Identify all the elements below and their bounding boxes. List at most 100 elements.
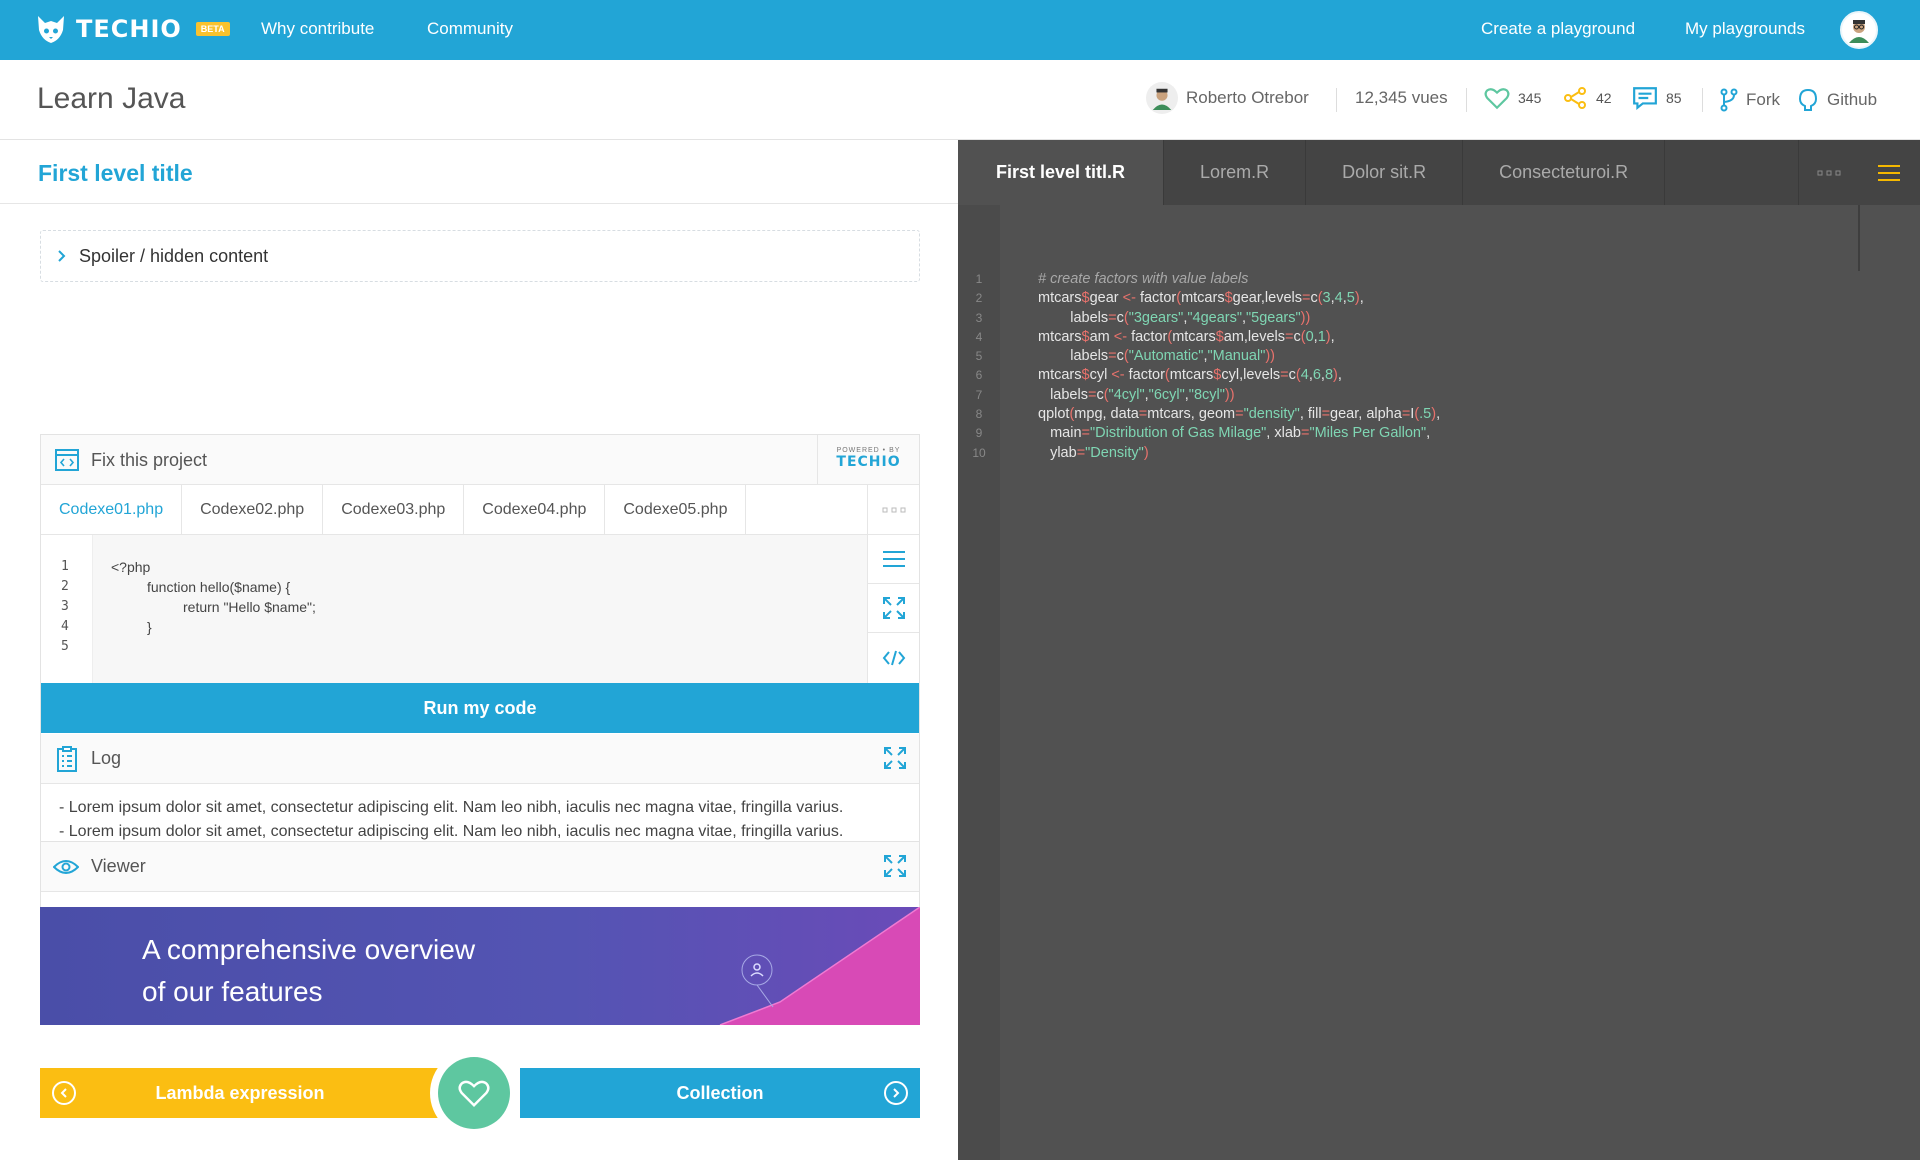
log-panel: Log - Lorem ipsum dolor sit amet, consec…: [40, 734, 920, 842]
code-line: main="Distribution of Gas Milage", xlab=…: [1038, 425, 1431, 442]
comments-button[interactable]: 85: [1632, 86, 1682, 110]
like-button[interactable]: 345: [1484, 86, 1541, 110]
nav-community[interactable]: Community: [427, 19, 513, 39]
lesson-panel: First level title Spoiler / hidden conte…: [0, 140, 958, 1160]
eye-icon: [53, 860, 79, 874]
fork-label: Fork: [1746, 90, 1780, 109]
fullscreen-button[interactable]: [868, 584, 919, 633]
github-button[interactable]: Github: [1797, 88, 1877, 112]
editor-more-tabs-button[interactable]: [1798, 140, 1858, 205]
comments-count: 85: [1666, 90, 1682, 106]
line-number: 10: [972, 445, 986, 460]
code-line: function hello($name) {: [147, 579, 291, 595]
prev-lesson-label: Lambda expression: [155, 1082, 325, 1103]
section-title: First level title: [38, 160, 193, 186]
editor-code[interactable]: # create factors with value labels mtcars…: [1038, 270, 1440, 463]
viewer-title: Viewer: [91, 856, 146, 876]
line-number: 3: [975, 310, 983, 325]
fork-icon: [1720, 88, 1738, 112]
hamburger-icon: [1878, 164, 1900, 181]
expand-icon: [884, 855, 906, 877]
run-code-button[interactable]: Run my code: [41, 683, 919, 733]
code-line: mtcars$gear <- factor(mtcars$gear,levels…: [1038, 290, 1364, 307]
line-number: 5: [61, 639, 69, 654]
arrow-left-icon: [52, 1081, 76, 1105]
spoiler-toggle[interactable]: Spoiler / hidden content: [40, 230, 920, 282]
code-editor[interactable]: 1 2 3 4 5 <?php function hello($name) { …: [41, 535, 867, 683]
code-line: qplot(mpg, data=mtcars, geom="density", …: [1038, 406, 1441, 423]
tab-lorem-r[interactable]: Lorem.R: [1164, 140, 1307, 205]
github-label: Github: [1827, 90, 1878, 109]
powered-by-brand: TECHIO: [836, 454, 901, 470]
views: 12,345 vues: [1355, 88, 1448, 108]
expand-icon: [882, 597, 905, 619]
menu-button[interactable]: [868, 535, 919, 584]
code-line: mtcars$cyl <- factor(mtcars$cyl,levels=c…: [1038, 367, 1342, 384]
editor-menu-button[interactable]: [1858, 140, 1920, 205]
tab-codexe04[interactable]: Codexe04.php: [464, 485, 606, 535]
code-line: }: [147, 619, 152, 635]
code-widget: Fix this project POWERED • BY TECHIO Cod…: [40, 434, 920, 768]
next-lesson-button[interactable]: Collection: [520, 1068, 920, 1118]
user-avatar-icon: [1849, 20, 1869, 43]
tab-codexe05[interactable]: Codexe05.php: [605, 485, 747, 535]
tab-codexe01[interactable]: Codexe01.php: [41, 485, 183, 535]
prev-lesson-button[interactable]: Lambda expression: [40, 1068, 440, 1118]
tab-dolor-sit-r[interactable]: Dolor sit.R: [1306, 140, 1464, 205]
heart-icon: [1484, 88, 1510, 110]
log-expand-button[interactable]: [883, 746, 907, 775]
author-avatar: [1146, 82, 1178, 114]
more-dots-icon: [882, 507, 905, 513]
expand-icon: [884, 747, 906, 769]
share-icon: [1564, 87, 1586, 109]
nav-create-playground[interactable]: Create a playground: [1481, 19, 1635, 39]
beta-badge: BETA: [195, 22, 230, 36]
page-title: Learn Java: [37, 82, 186, 115]
divider: [1702, 88, 1703, 112]
line-number: 2: [975, 291, 983, 306]
line-numbers: 1 2 3 4 5: [41, 535, 93, 683]
scrollbar[interactable]: [1858, 205, 1860, 271]
powered-by-badge[interactable]: POWERED • BY TECHIO: [817, 435, 919, 485]
logo[interactable]: TECHIO BETA: [34, 12, 230, 46]
line-number: 5: [975, 349, 983, 364]
embed-code-button[interactable]: [868, 633, 919, 682]
editor-toolbar: [867, 535, 919, 683]
code-window-icon: [55, 449, 79, 471]
nav-my-playgrounds[interactable]: My playgrounds: [1685, 19, 1805, 39]
more-dots-icon: [1817, 170, 1840, 175]
more-tabs-button[interactable]: [867, 485, 919, 535]
line-number: 1: [975, 272, 983, 286]
tab-consecteturoi-r[interactable]: Consecteturoi.R: [1463, 140, 1666, 205]
line-number: 9: [975, 426, 983, 441]
r-editor: First level titl.R Lorem.R Dolor sit.R C…: [958, 140, 1920, 1160]
views-count: 12,345 vues: [1355, 88, 1448, 107]
line-number: 6: [975, 368, 983, 383]
log-output: - Lorem ipsum dolor sit amet, consectetu…: [59, 796, 843, 844]
section-header: First level title: [0, 140, 958, 204]
log-title: Log: [91, 748, 122, 768]
viewer-expand-button[interactable]: [883, 854, 907, 883]
fork-button[interactable]: Fork: [1720, 88, 1780, 112]
spoiler-label: Spoiler / hidden content: [79, 245, 269, 266]
nav-why-contribute[interactable]: Why contribute: [261, 19, 374, 39]
editor-line-numbers: 1 2 3 4 5 6 7 8 9 10: [958, 205, 1000, 1160]
likes-count: 345: [1518, 90, 1542, 106]
powered-by-text: POWERED • BY: [836, 447, 901, 454]
code-line: labels=c("3gears","4gears","5gears")): [1038, 309, 1311, 326]
tab-first-level-titl-r[interactable]: First level titl.R: [958, 140, 1165, 205]
favorite-button[interactable]: [438, 1057, 510, 1129]
divider: [1336, 88, 1337, 112]
share-button[interactable]: 42: [1562, 86, 1612, 110]
widget-header: Fix this project POWERED • BY TECHIO: [41, 435, 919, 485]
tab-codexe02[interactable]: Codexe02.php: [182, 485, 324, 535]
top-navbar: TECHIO BETA Why contribute Community Cre…: [0, 0, 1920, 60]
tab-codexe03[interactable]: Codexe03.php: [323, 485, 465, 535]
shares-count: 42: [1596, 90, 1612, 106]
log-line: - Lorem ipsum dolor sit amet, consectetu…: [59, 799, 844, 816]
brand-name: TECHIO: [76, 15, 182, 43]
author[interactable]: Roberto Otrebor: [1146, 82, 1309, 114]
user-avatar[interactable]: [1840, 11, 1878, 49]
code-line: return "Hello $name";: [183, 599, 316, 615]
next-lesson-label: Collection: [676, 1082, 764, 1103]
